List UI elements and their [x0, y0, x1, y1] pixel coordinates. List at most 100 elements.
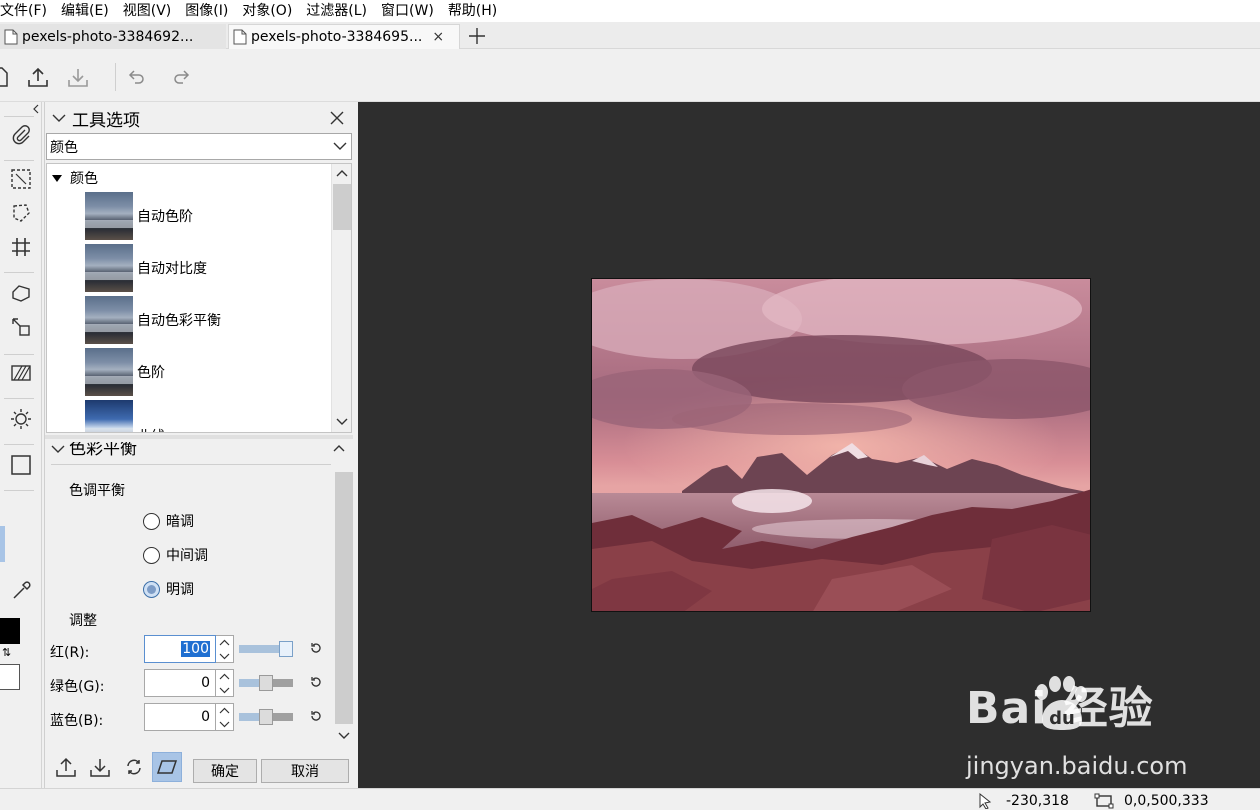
ok-button[interactable]: 确定	[193, 759, 257, 783]
tab-bar: pexels-photo-3384692... pexels-photo-338…	[0, 22, 1260, 49]
tab-close-button[interactable]: ×	[432, 29, 444, 45]
refresh-icon	[127, 759, 141, 775]
parallelogram-icon	[156, 760, 178, 774]
spin-up-icon[interactable]	[219, 673, 230, 680]
swap-colors-icon[interactable]: ⇅	[2, 646, 11, 659]
menu-item-1[interactable]: 编辑(E)	[54, 0, 116, 22]
menu-item-2[interactable]: 视图(V)	[116, 0, 179, 22]
filter-item-label: 曲线	[137, 426, 165, 432]
document-icon	[0, 67, 8, 87]
square-icon	[11, 455, 31, 475]
radio-label: 中间调	[166, 548, 208, 564]
filter-item-auto-contrast[interactable]: 自动对比度	[85, 244, 325, 292]
menu-item-7[interactable]: 帮助(H)	[441, 0, 504, 22]
tab-document-1[interactable]: pexels-photo-3384692...	[0, 24, 226, 49]
reset-icon[interactable]	[309, 641, 323, 655]
preview-toggle-button[interactable]	[152, 752, 182, 782]
redo-button[interactable]	[168, 63, 196, 91]
gradient-tool[interactable]	[8, 360, 34, 386]
import-preset-button[interactable]	[85, 752, 115, 782]
menu-item-4[interactable]: 对象(O)	[235, 0, 299, 22]
chevron-down-icon[interactable]	[51, 444, 65, 454]
slider-handle[interactable]	[259, 709, 273, 725]
paw-logo-icon: du	[1036, 676, 1087, 730]
tab-document-2[interactable]: pexels-photo-3384695... ×	[228, 24, 460, 49]
blue-slider[interactable]	[239, 709, 293, 725]
panel-scrollbar[interactable]	[335, 460, 353, 750]
spin-up-icon[interactable]	[219, 639, 230, 646]
filter-list-scrollbar[interactable]	[331, 164, 351, 432]
filter-item-auto-levels[interactable]: 自动色阶	[85, 192, 325, 240]
undo-button[interactable]	[122, 63, 150, 91]
radio-button[interactable]	[143, 546, 160, 564]
refresh-button[interactable]	[119, 752, 149, 782]
cursor-position-value: -230,318	[1006, 793, 1069, 809]
radio-button[interactable]	[143, 512, 160, 530]
rect-select-tool[interactable]	[8, 166, 34, 192]
red-slider[interactable]	[239, 641, 293, 657]
green-value-input[interactable]: 0	[144, 669, 216, 697]
filter-item-auto-color-balance[interactable]: 自动色彩平衡	[85, 296, 325, 344]
eyedropper-tool[interactable]	[8, 578, 34, 604]
scrollbar-thumb[interactable]	[335, 472, 353, 724]
chevron-down-icon[interactable]	[52, 113, 66, 123]
foreground-color-swatch[interactable]	[0, 618, 20, 644]
tool-separator	[4, 272, 34, 273]
export-preset-button[interactable]	[51, 752, 81, 782]
slider-handle[interactable]	[279, 641, 293, 657]
filter-item-curves[interactable]: 曲线	[85, 400, 325, 432]
sun-icon	[11, 409, 31, 429]
red-value-input[interactable]: 100	[144, 635, 216, 663]
document-image[interactable]	[591, 278, 1091, 612]
slider-handle[interactable]	[259, 675, 273, 691]
background-color-swatch[interactable]	[0, 664, 20, 690]
shape-tool[interactable]	[8, 280, 34, 306]
filter-thumbnail	[85, 192, 133, 240]
panel-title: 工具选项	[72, 110, 140, 131]
scroll-down-icon[interactable]	[336, 418, 348, 426]
filter-group-color[interactable]: 颜色	[52, 168, 98, 188]
scroll-down-icon[interactable]	[338, 732, 350, 740]
crop-tool[interactable]	[8, 234, 34, 260]
spin-down-icon[interactable]	[219, 653, 230, 660]
selection-bounds: 0,0,500,333	[1094, 793, 1209, 809]
new-tab-button[interactable]	[465, 24, 489, 48]
attach-tool[interactable]	[8, 122, 34, 148]
chevron-up-icon[interactable]	[333, 444, 345, 452]
undo-icon	[128, 70, 144, 84]
green-spinner[interactable]	[216, 669, 234, 697]
download-icon	[90, 759, 110, 777]
spin-up-icon[interactable]	[219, 707, 230, 714]
header-divider	[51, 464, 331, 465]
import-button[interactable]	[64, 63, 92, 91]
filter-item-levels[interactable]: 色阶	[85, 348, 325, 396]
cancel-button[interactable]: 取消	[261, 759, 349, 783]
close-icon[interactable]	[330, 111, 344, 125]
export-button[interactable]	[24, 63, 52, 91]
scrollbar-thumb[interactable]	[333, 184, 351, 230]
adjust-tool[interactable]	[8, 406, 34, 432]
radio-midtones[interactable]: 中间调	[143, 545, 208, 565]
red-spinner[interactable]	[216, 635, 234, 663]
frame-tool[interactable]	[8, 452, 34, 478]
menu-item-0[interactable]: 文件(F)	[0, 0, 54, 22]
cursor-position: -230,318	[978, 793, 1069, 809]
green-slider[interactable]	[239, 675, 293, 691]
menu-item-6[interactable]: 窗口(W)	[374, 0, 441, 22]
menu-item-5[interactable]: 过滤器(L)	[299, 0, 374, 22]
new-document-button[interactable]	[0, 63, 14, 91]
category-select[interactable]: 颜色	[46, 133, 352, 160]
lasso-tool[interactable]	[8, 200, 34, 226]
transform-tool[interactable]	[8, 314, 34, 340]
radio-button[interactable]	[143, 580, 160, 598]
scroll-up-icon[interactable]	[336, 169, 348, 177]
reset-icon[interactable]	[309, 675, 323, 689]
radio-shadows[interactable]: 暗调	[143, 511, 194, 531]
blue-value-input[interactable]: 0	[144, 703, 216, 731]
blue-spinner[interactable]	[216, 703, 234, 731]
spin-down-icon[interactable]	[219, 687, 230, 694]
reset-icon[interactable]	[309, 709, 323, 723]
spin-down-icon[interactable]	[219, 721, 230, 728]
menu-item-3[interactable]: 图像(I)	[178, 0, 235, 22]
radio-highlights[interactable]: 明调	[143, 579, 194, 599]
